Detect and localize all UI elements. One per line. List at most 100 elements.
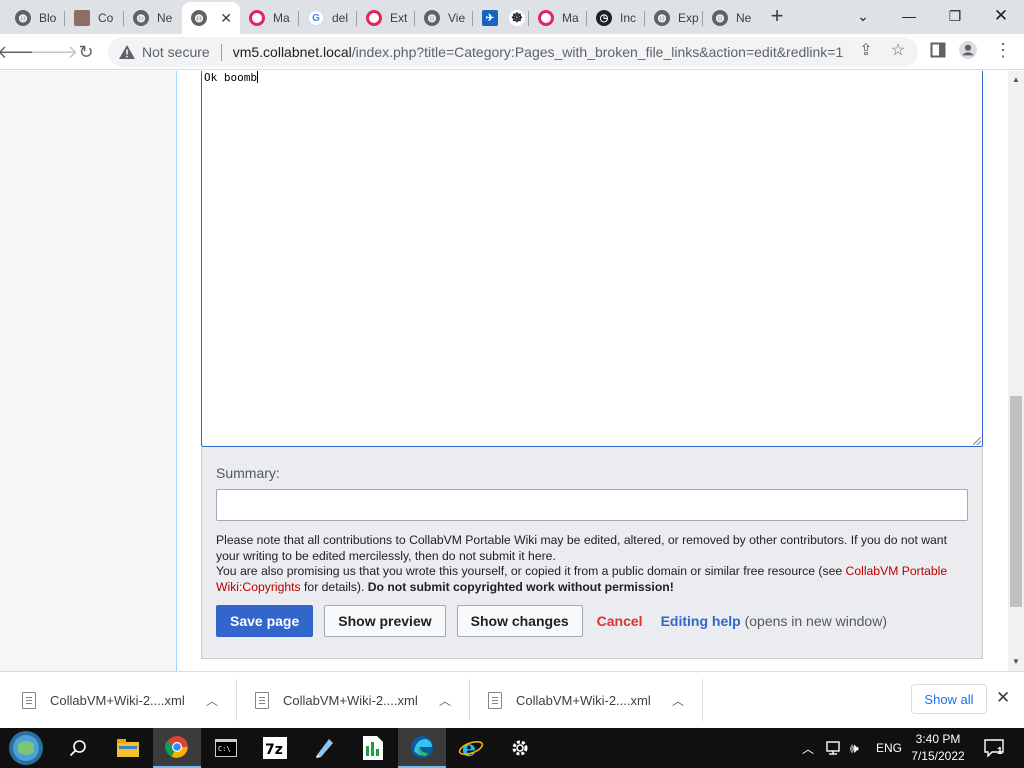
show-preview-button[interactable]: Show preview — [324, 605, 446, 637]
tab-title: Ma — [273, 11, 290, 25]
spider-icon: ☸ — [509, 10, 525, 26]
save-page-button[interactable]: Save page — [216, 605, 314, 637]
file-icon — [22, 691, 36, 709]
side-panel-icon[interactable] — [929, 41, 947, 59]
tab-title: Co — [98, 11, 114, 25]
bookmark-star-icon[interactable]: ☆ — [889, 41, 907, 59]
globe-icon: ◍ — [712, 10, 728, 26]
security-label[interactable]: Not secure — [142, 44, 210, 60]
scroll-down-arrow-icon[interactable]: ▼ — [1008, 655, 1024, 669]
download-filename: CollabVM+Wiki-2....xml — [516, 692, 651, 708]
resize-grip-icon[interactable] — [973, 437, 981, 445]
tab-title: Ext — [390, 11, 408, 25]
tab-title: Ne — [157, 11, 173, 25]
globe-icon: ◍ — [191, 10, 207, 26]
edge-icon[interactable] — [398, 728, 446, 768]
show-changes-button[interactable]: Show changes — [456, 605, 583, 637]
profile-icon[interactable] — [959, 41, 977, 59]
tab-12[interactable]: ◍ Exp — [645, 4, 703, 32]
url-host: vm5.collabnet.local — [232, 44, 352, 60]
photo-icon — [74, 10, 90, 26]
show-hidden-icons-chevron-icon[interactable]: ︿ — [802, 728, 814, 768]
address-bar[interactable]: Not secure vm5.collabnet.local/index.php… — [108, 37, 918, 67]
search-icon[interactable] — [54, 728, 102, 768]
chevron-up-icon[interactable]: ︿ — [206, 692, 218, 709]
svg-text:C:\: C:\ — [218, 745, 231, 753]
page-scrollbar[interactable]: ▲ ▼ — [1008, 71, 1024, 671]
summary-input[interactable] — [216, 489, 968, 521]
start-button[interactable] — [2, 728, 50, 768]
tab-9[interactable]: ☸ — [500, 4, 529, 32]
tab-4[interactable]: Ma — [240, 4, 299, 32]
text-caret — [256, 71, 258, 83]
svg-text:7z: 7z — [265, 742, 283, 758]
tab-1[interactable]: Co — [65, 4, 124, 32]
restore-button[interactable]: ❐ — [932, 0, 978, 32]
tab-3-active[interactable]: ◍ ✕ — [182, 2, 240, 34]
scroll-up-arrow-icon[interactable]: ▲ — [1008, 73, 1024, 87]
opera-icon — [538, 10, 554, 26]
7zip-icon[interactable]: 7z — [251, 728, 299, 768]
tab-11[interactable]: ◷ Inc — [587, 4, 645, 32]
tab-title: Inc — [620, 11, 637, 25]
globe-icon: ◍ — [133, 10, 149, 26]
share-icon[interactable]: ⇪ — [857, 41, 875, 59]
reload-button[interactable]: ↻ — [74, 40, 98, 64]
scrollbar-thumb[interactable] — [1010, 396, 1022, 607]
tab-5[interactable]: G del — [299, 4, 357, 32]
windows-taskbar: C:\ 7z e ︿ 🕪 ENG 3:40 PM 7/15/2022 1 — [0, 728, 1024, 768]
globe-icon: ◍ — [424, 10, 440, 26]
tab-6[interactable]: Ext — [357, 4, 415, 32]
cancel-link[interactable]: Cancel — [597, 613, 643, 629]
tab-7[interactable]: ◍ Vie — [415, 4, 473, 32]
summary-label: Summary: — [216, 465, 280, 481]
volume-icon[interactable]: 🕪 — [850, 728, 859, 768]
tab-2[interactable]: ◍ Ne — [124, 4, 182, 32]
globe-icon: ◍ — [654, 10, 670, 26]
url-text[interactable]: vm5.collabnet.local/index.php?title=Cate… — [233, 44, 844, 60]
network-icon[interactable] — [826, 728, 844, 768]
notification-center[interactable]: 1 — [984, 728, 1004, 768]
download-item-0[interactable]: CollabVM+Wiki-2....xml ︿ — [22, 680, 232, 720]
download-shelf: CollabVM+Wiki-2....xml ︿ CollabVM+Wiki-2… — [0, 671, 1024, 728]
edit-textarea[interactable]: Ok boomb — [201, 71, 983, 447]
tab-search-chevron-icon[interactable]: ⌄ — [840, 0, 886, 32]
notice-text: You are also promising us that you wrote… — [216, 564, 846, 579]
show-all-downloads-button[interactable]: Show all — [911, 684, 987, 714]
close-window-button[interactable]: ✕ — [978, 0, 1024, 32]
chrome-icon[interactable] — [153, 728, 201, 768]
internet-explorer-icon[interactable]: e — [447, 728, 495, 768]
system-clock[interactable]: 3:40 PM 7/15/2022 — [906, 731, 970, 765]
notepad-icon[interactable] — [300, 728, 348, 768]
tab-0[interactable]: ◍ Blo — [6, 4, 65, 32]
language-indicator[interactable]: ENG — [876, 728, 902, 768]
new-tab-button[interactable]: + — [766, 5, 788, 28]
notice-text: for details). — [300, 579, 368, 594]
forward-button[interactable]: 🡒 — [30, 40, 78, 64]
edit-options-panel: Summary: Please note that all contributi… — [201, 447, 983, 659]
notification-count: 1 — [997, 745, 1003, 757]
close-shelf-icon[interactable]: ✕ — [996, 688, 1010, 708]
minimize-button[interactable]: — — [886, 0, 932, 32]
url-path: /index.php?title=Category:Pages_with_bro… — [351, 44, 844, 60]
warning-icon[interactable] — [119, 45, 135, 59]
download-item-1[interactable]: CollabVM+Wiki-2....xml ︿ — [255, 680, 465, 720]
file-icon — [488, 691, 502, 709]
chevron-up-icon[interactable]: ︿ — [672, 692, 684, 709]
tab-13[interactable]: ◍ Ne — [703, 4, 761, 32]
page-content: Ok boomb Summary: Please note that all c… — [0, 71, 1008, 671]
spreadsheet-icon[interactable] — [349, 728, 397, 768]
settings-gear-icon[interactable] — [496, 728, 544, 768]
editing-help-link[interactable]: Editing help — [661, 613, 741, 629]
tab-8[interactable]: ✈ — [473, 4, 502, 32]
tab-10[interactable]: Ma — [529, 4, 587, 32]
download-item-2[interactable]: CollabVM+Wiki-2....xml ︿ — [488, 680, 698, 720]
file-explorer-icon[interactable] — [104, 728, 152, 768]
command-prompt-icon[interactable]: C:\ — [202, 728, 250, 768]
chevron-up-icon[interactable]: ︿ — [439, 692, 451, 709]
tab-title: Vie — [448, 11, 466, 25]
tab-title: Blo — [39, 11, 57, 25]
menu-kebab-icon[interactable]: ⋮ — [994, 40, 1012, 60]
close-tab-icon[interactable]: ✕ — [220, 10, 232, 27]
notice-line-2: You are also promising us that you wrote… — [216, 564, 968, 595]
